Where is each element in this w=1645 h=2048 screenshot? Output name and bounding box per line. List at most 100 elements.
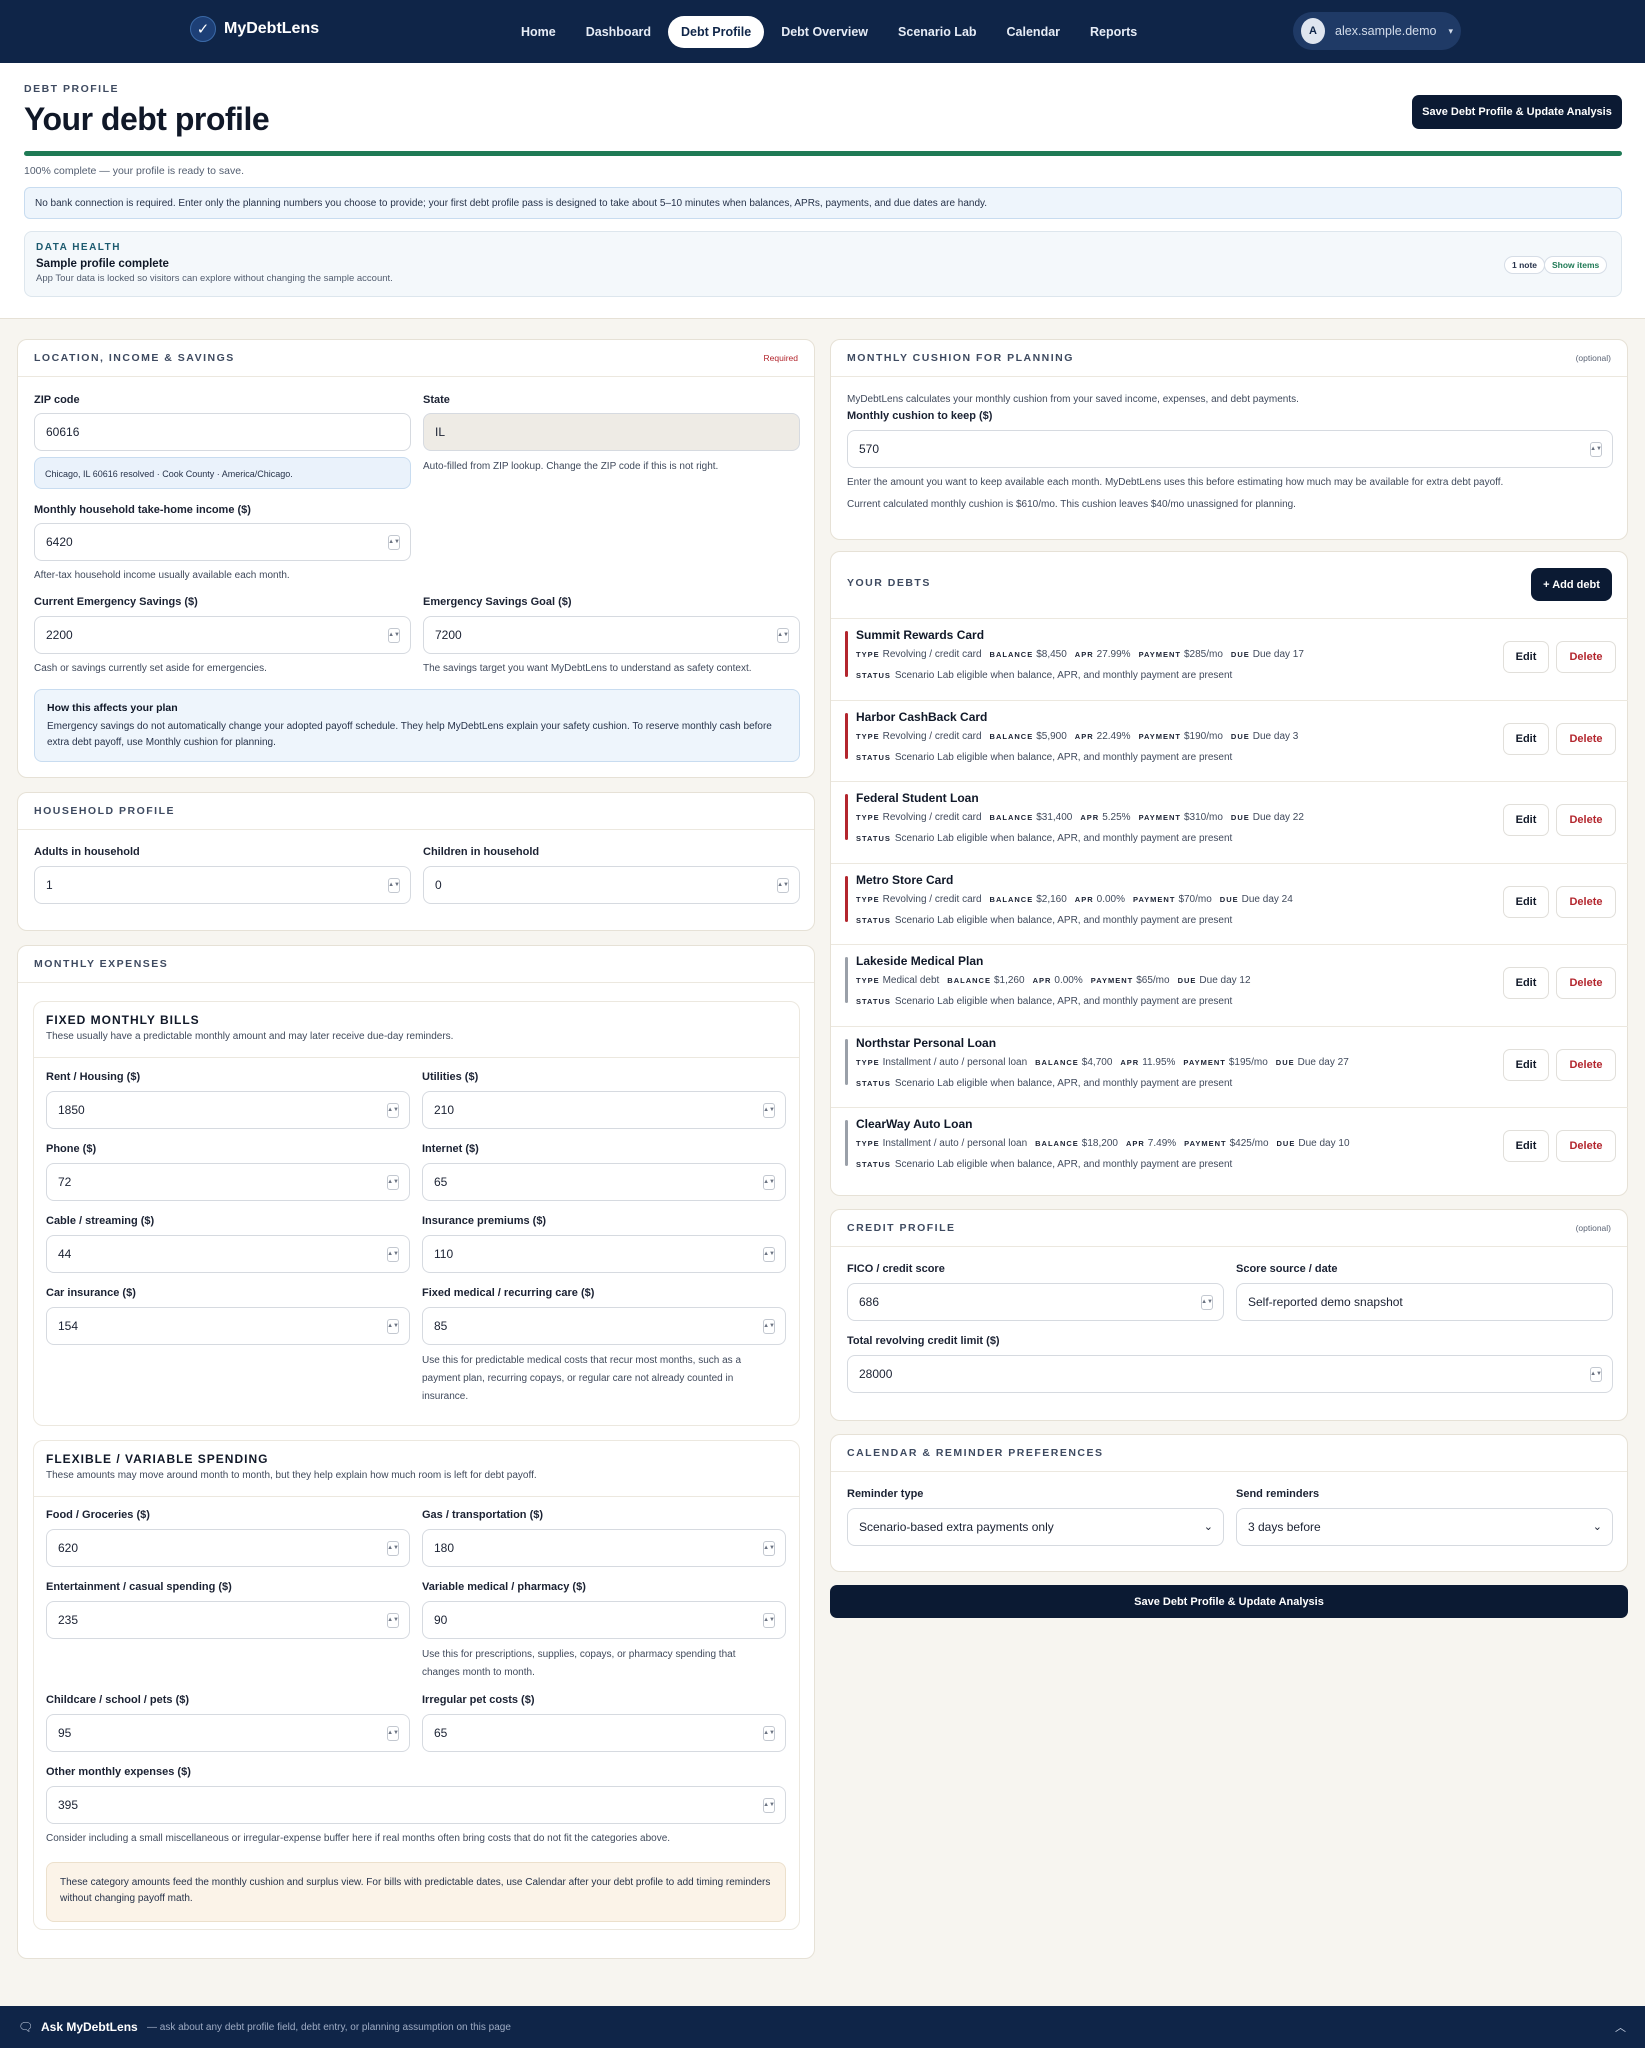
delete-debt-button[interactable]: Delete [1556, 885, 1616, 918]
stepper-icon[interactable]: ▲▼ [388, 535, 400, 550]
send-reminders-value: 3 days before [1248, 1520, 1321, 1534]
delete-debt-button[interactable]: Delete [1556, 1048, 1616, 1081]
show-items-button[interactable]: Show items [1544, 256, 1608, 274]
stepper-icon[interactable]: ▲▼ [763, 1319, 775, 1334]
debt-status: STATUS Scenario Lab eligible when balance… [856, 915, 1232, 926]
debt-balance: $8,450 [1036, 649, 1067, 660]
utilities-input[interactable]: 210 ▲▼ [422, 1091, 786, 1129]
stepper-icon[interactable]: ▲▼ [387, 1319, 399, 1334]
childcare-input[interactable]: 95 ▲▼ [46, 1714, 410, 1752]
user-name: alex.sample.demo [1335, 24, 1437, 38]
fico-input[interactable]: 686 ▲▼ [847, 1283, 1224, 1321]
nav-dashboard[interactable]: Dashboard [573, 16, 664, 48]
zip-input[interactable]: 60616 [34, 413, 411, 451]
status-key: STATUS [856, 1078, 891, 1088]
insurance-input[interactable]: 110 ▲▼ [422, 1235, 786, 1273]
stepper-icon[interactable]: ▲▼ [763, 1798, 775, 1813]
cushion-input[interactable]: 570 ▲▼ [847, 430, 1613, 468]
stepper-icon[interactable]: ▲▼ [387, 1103, 399, 1118]
income-input[interactable]: 6420 ▲▼ [34, 523, 411, 561]
apr-key: APR [1074, 894, 1094, 904]
stepper-icon[interactable]: ▲▼ [388, 878, 400, 893]
stepper-icon[interactable]: ▲▼ [1590, 442, 1602, 457]
brand[interactable]: ✓ MyDebtLens [190, 16, 319, 42]
cable-input[interactable]: 44 ▲▼ [46, 1235, 410, 1273]
cable-value: 44 [58, 1247, 72, 1261]
nav-scenario-lab[interactable]: Scenario Lab [885, 16, 990, 48]
goal-input[interactable]: 7200 ▲▼ [423, 616, 800, 654]
stepper-icon[interactable]: ▲▼ [387, 1175, 399, 1190]
savings-input[interactable]: 2200 ▲▼ [34, 616, 411, 654]
credit-limit-label: Total revolving credit limit ($) [847, 1335, 1000, 1347]
pet-costs-label: Irregular pet costs ($) [422, 1694, 535, 1706]
edit-debt-button[interactable]: Edit [1503, 641, 1549, 673]
stepper-icon[interactable]: ▲▼ [1201, 1295, 1213, 1310]
stepper-icon[interactable]: ▲▼ [763, 1175, 775, 1190]
delete-debt-button[interactable]: Delete [1556, 1130, 1616, 1162]
internet-input[interactable]: 65 ▲▼ [422, 1163, 786, 1201]
credit-limit-input[interactable]: 28000 ▲▼ [847, 1355, 1613, 1393]
food-input[interactable]: 620 ▲▼ [46, 1529, 410, 1567]
stepper-icon[interactable]: ▲▼ [387, 1541, 399, 1556]
save-profile-button[interactable]: Save Debt Profile & Update Analysis [1412, 95, 1622, 129]
stepper-icon[interactable]: ▲▼ [763, 1613, 775, 1628]
delete-debt-button[interactable]: Delete [1556, 641, 1616, 673]
nav-debt-profile[interactable]: Debt Profile [668, 16, 765, 48]
ask-assistant-bar[interactable]: 🗨 Ask MyDebtLens — ask about any debt pr… [0, 2006, 1645, 2048]
health-desc: App Tour data is locked so visitors can … [36, 273, 393, 284]
nav-debt-overview[interactable]: Debt Overview [768, 16, 881, 48]
other-expenses-input[interactable]: 395 ▲▼ [46, 1786, 786, 1824]
stepper-icon[interactable]: ▲▼ [387, 1247, 399, 1262]
balance-key: BALANCE [989, 894, 1034, 904]
adults-input[interactable]: 1 ▲▼ [34, 866, 411, 904]
add-debt-button[interactable]: + Add debt [1531, 568, 1612, 601]
apr-key: APR [1125, 1139, 1145, 1148]
rent-input[interactable]: 1850 ▲▼ [46, 1091, 410, 1129]
edit-debt-button[interactable]: Edit [1503, 722, 1549, 755]
stepper-icon[interactable]: ▲▼ [388, 628, 400, 643]
delete-debt-button[interactable]: Delete [1556, 804, 1616, 836]
gas-input[interactable]: 180 ▲▼ [422, 1529, 786, 1567]
stepper-icon[interactable]: ▲▼ [763, 1541, 775, 1556]
debt-payment: $195/mo [1228, 1056, 1268, 1068]
stepper-icon[interactable]: ▲▼ [763, 1726, 775, 1741]
stepper-icon[interactable]: ▲▼ [777, 878, 789, 893]
goal-help: The savings target you want MyDebtLens t… [423, 663, 752, 674]
car-insurance-input[interactable]: 154 ▲▼ [46, 1307, 410, 1345]
card-title: CREDIT PROFILE [847, 1222, 956, 1234]
score-source-input[interactable]: Self-reported demo snapshot [1236, 1283, 1613, 1321]
stepper-icon[interactable]: ▲▼ [763, 1247, 775, 1262]
nav-calendar[interactable]: Calendar [994, 16, 1074, 48]
debt-status-text: Scenario Lab eligible when balance, APR,… [894, 670, 1233, 681]
stepper-icon[interactable]: ▲▼ [763, 1103, 775, 1118]
stepper-icon[interactable]: ▲▼ [777, 628, 789, 643]
debt-row: Harbor CashBack Card TYPE Revolving / cred… [831, 699, 1628, 781]
stepper-icon[interactable]: ▲▼ [387, 1726, 399, 1741]
edit-debt-button[interactable]: Edit [1503, 885, 1549, 918]
phone-input[interactable]: 72 ▲▼ [46, 1163, 410, 1201]
user-menu[interactable]: A alex.sample.demo ▾ [1293, 12, 1461, 50]
send-reminders-select[interactable]: 3 days before ⌄ [1236, 1508, 1613, 1546]
debt-name: Lakeside Medical Plan [856, 954, 984, 968]
edit-debt-button[interactable]: Edit [1503, 967, 1549, 999]
stepper-icon[interactable]: ▲▼ [1590, 1367, 1602, 1382]
other-expenses-value: 395 [58, 1798, 79, 1812]
pet-costs-input[interactable]: 65 ▲▼ [422, 1714, 786, 1752]
state-input[interactable]: IL [423, 413, 800, 451]
stepper-icon[interactable]: ▲▼ [387, 1613, 399, 1628]
nav-home[interactable]: Home [508, 16, 569, 48]
delete-debt-button[interactable]: Delete [1556, 967, 1616, 999]
chevron-up-icon[interactable]: ︿ [1615, 2019, 1626, 2035]
save-profile-bottom-button[interactable]: Save Debt Profile & Update Analysis [830, 1585, 1628, 1618]
edit-debt-button[interactable]: Edit [1503, 1048, 1549, 1081]
pharmacy-input[interactable]: 90 ▲▼ [422, 1601, 786, 1639]
edit-debt-button[interactable]: Edit [1503, 804, 1549, 836]
children-input[interactable]: 0 ▲▼ [423, 866, 800, 904]
reminder-type-select[interactable]: Scenario-based extra payments only ⌄ [847, 1508, 1224, 1546]
delete-debt-button[interactable]: Delete [1556, 722, 1616, 755]
fixed-medical-input[interactable]: 85 ▲▼ [422, 1307, 786, 1345]
edit-debt-button[interactable]: Edit [1503, 1130, 1549, 1162]
entertainment-input[interactable]: 235 ▲▼ [46, 1601, 410, 1639]
nav-reports[interactable]: Reports [1077, 16, 1150, 48]
type-key: TYPE [856, 731, 880, 741]
